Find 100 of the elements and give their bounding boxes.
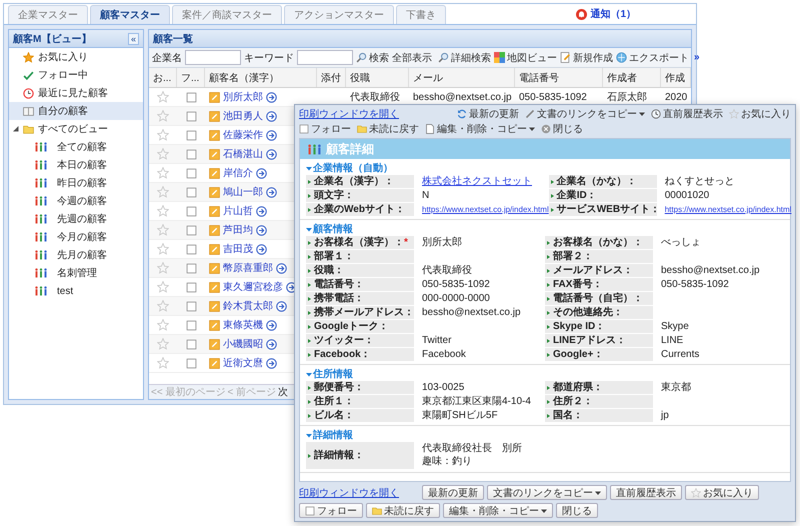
section-title[interactable]: 住所情報 [313,366,353,380]
customer-name-link[interactable]: 吉田茂 [223,242,253,256]
toolbar-button[interactable]: 詳細検索 [438,50,491,64]
column-header[interactable]: フ... [181,70,200,84]
tree-item[interactable]: 本日の顧客 [9,156,143,174]
customer-name-link[interactable]: 池田勇人 [223,109,263,123]
toolbar-button[interactable]: 未読に戻す [357,122,419,136]
column-header[interactable]: 作成 [665,70,685,84]
tree-item[interactable]: test [9,282,143,300]
column-header[interactable]: 添付 [321,70,341,84]
column-header[interactable]: 顧客名（漢字） [209,70,279,84]
customer-name-link[interactable]: 芦田均 [223,223,253,237]
input-field[interactable] [297,50,353,65]
arrow-circle-icon [266,130,277,140]
toolbar-button[interactable]: 新規作成 [560,50,613,64]
toolbar-button[interactable]: 最新の更新 [457,107,519,121]
tree-item[interactable]: すべてのビュー [9,120,143,138]
section-title[interactable]: 顧客情報 [313,222,353,236]
value-link[interactable]: https://www.nextset.co.jp/index.html [422,205,549,214]
tree-item[interactable]: 今月の顧客 [9,228,143,246]
tree-item[interactable]: フォロー中 [9,66,143,84]
tree-item[interactable]: 先週の顧客 [9,210,143,228]
customer-name-link[interactable]: 幣原喜重郎 [223,261,273,275]
table-cell-text: 石原太郎 [607,90,647,104]
footer-button[interactable]: 閉じる [556,503,598,518]
toolbar-button[interactable]: 直前履歴表示 [651,107,723,121]
footer-button[interactable]: 直前履歴表示 [610,485,682,500]
arrow-circle-icon [276,300,287,312]
pager-link[interactable]: 次 [278,385,288,399]
more-button[interactable]: » [692,52,702,63]
value-link[interactable]: 株式会社ネクストセット [422,176,532,187]
edit-icon [209,92,220,102]
customer-name-link[interactable]: 岸信介 [223,166,253,180]
toolbar-button[interactable]: 全部表示 [392,50,432,64]
tree-item[interactable]: お気に入り [9,48,143,66]
tree-item[interactable]: 全ての顧客 [9,138,143,156]
toolbar-button[interactable]: 検索 [356,50,389,64]
customer-name-link[interactable]: 鳩山一郎 [223,185,263,199]
edit-icon [209,168,220,178]
tab[interactable]: 案件／商談マスター [172,5,282,24]
column-header[interactable]: 電話番号 [519,70,559,84]
expander-icon[interactable] [13,126,19,132]
tree-item[interactable]: 名刺管理 [9,264,143,282]
toolbar-button[interactable]: お気に入り [729,107,791,121]
customer-name-link[interactable]: 佐藤栄作 [223,128,263,142]
section-title[interactable]: 企業情報（自動） [313,160,393,174]
tab[interactable]: アクションマスター [284,5,394,24]
footer-button[interactable]: 最新の更新 [422,485,484,500]
tab[interactable]: 顧客マスター [90,5,170,24]
pencil-icon [525,109,535,119]
toolbar-button[interactable]: フォロー [299,122,351,136]
field-value: 別所太郎 [422,236,463,249]
people-icon [35,159,47,171]
tree-item[interactable]: 最近に見た顧客 [9,84,143,102]
tab[interactable]: 企業マスター [8,5,88,24]
field-label: 役職： [306,264,414,277]
column-header[interactable]: お... [153,70,172,84]
customer-name-link[interactable]: 東久邇宮稔彦 [223,280,283,294]
field-value: 代表取締役社長 別所 [422,442,523,455]
field-value: 00001020 [664,189,710,202]
notification-link[interactable]: 通知（1） [590,7,636,21]
customer-name-link[interactable]: 別所太郎 [223,90,263,104]
toolbar-button[interactable]: 閉じる [541,122,583,136]
column-header[interactable]: 役職 [350,70,370,84]
tab[interactable]: 下書き [396,5,446,24]
tree-item[interactable]: 今週の顧客 [9,192,143,210]
tree-label: 自分の顧客 [38,104,88,118]
customer-name-link[interactable]: 小磯國昭 [223,337,263,351]
refresh-icon [457,109,467,119]
footer-button[interactable]: 文書のリンクをコピー [487,485,607,500]
field-value: LINE [661,334,684,347]
footer-button[interactable]: 未読に戻す [366,503,440,518]
column-header[interactable]: メール [413,70,443,84]
footer-button[interactable]: お気に入り [685,485,759,500]
tree-item[interactable]: 昨日の顧客 [9,174,143,192]
print-link[interactable]: 印刷ウィンドウを開く [299,486,399,500]
toolbar-button[interactable]: 編集・削除・コピー [425,122,535,136]
input-field[interactable] [185,50,241,65]
customer-name-link[interactable]: 鈴木貫太郎 [223,299,273,313]
collapse-button[interactable]: « [128,32,139,44]
toolbar-button[interactable]: 地図ビュー [494,50,557,64]
field-label: 企業名（漢字）： [306,175,414,188]
customer-name-link[interactable]: 東條英機 [223,318,263,332]
footer-button[interactable]: 編集・削除・コピー [443,503,553,518]
print-link[interactable]: 印刷ウィンドウを開く [299,107,399,121]
section-title[interactable]: 詳細情報 [313,428,353,442]
star-icon [691,488,701,498]
toolbar-button[interactable]: エクスポート [616,50,689,64]
tree-item[interactable]: 自分の顧客 [9,102,143,120]
value-link[interactable]: https://www.nextset.co.jp/index.html [664,205,792,214]
tree-item[interactable]: 先月の顧客 [9,246,143,264]
map-icon [494,52,505,63]
toolbar-button[interactable]: 文書のリンクをコピー [525,107,645,121]
customer-name-link[interactable]: 片山哲 [223,204,253,218]
customer-name-link[interactable]: 近衛文麿 [223,356,263,370]
field-value: N [422,189,430,202]
footer-button[interactable]: フォロー [299,503,363,518]
customer-name-link[interactable]: 石橋湛山 [223,147,263,161]
checkbox-icon [299,124,309,134]
column-header[interactable]: 作成者 [607,70,637,84]
